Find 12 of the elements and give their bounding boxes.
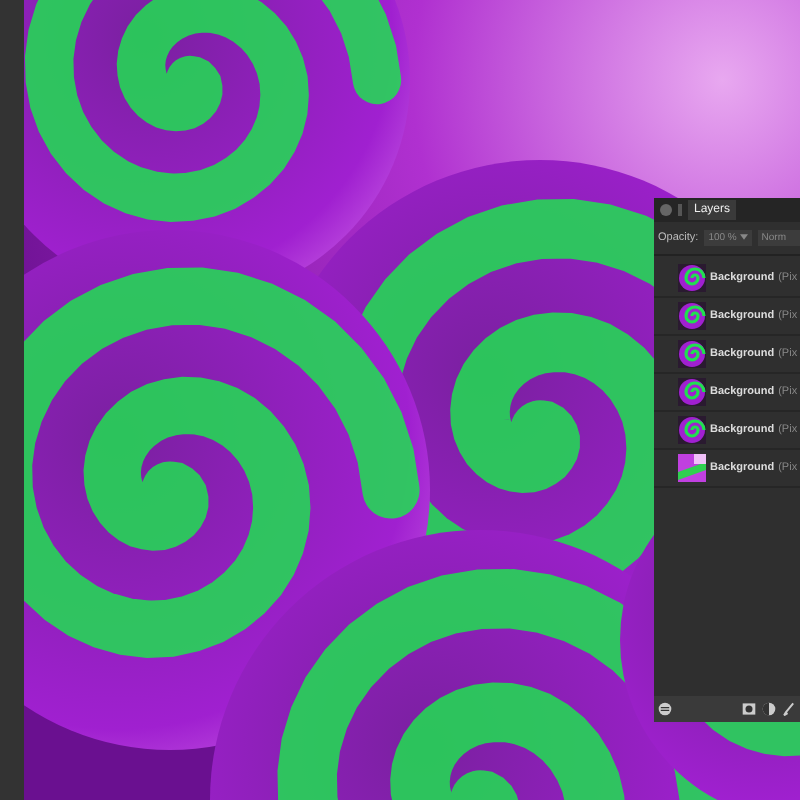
- gradient-thumbnail-icon: [678, 454, 706, 482]
- swirl-thumbnail-icon: [678, 302, 706, 330]
- layers-stack-icon[interactable]: [658, 702, 672, 716]
- swirl-thumbnail-icon: [678, 416, 706, 444]
- swirl-thumbnail-icon: [678, 340, 706, 368]
- swirl-thumbnail-icon: [678, 264, 706, 292]
- mask-icon[interactable]: [742, 702, 756, 716]
- swirl-thumbnail-icon: [678, 378, 706, 406]
- brush-icon[interactable]: [782, 702, 796, 716]
- adjustment-icon[interactable]: [762, 702, 776, 716]
- close-icon[interactable]: [660, 204, 672, 216]
- caret-icon: [739, 234, 748, 240]
